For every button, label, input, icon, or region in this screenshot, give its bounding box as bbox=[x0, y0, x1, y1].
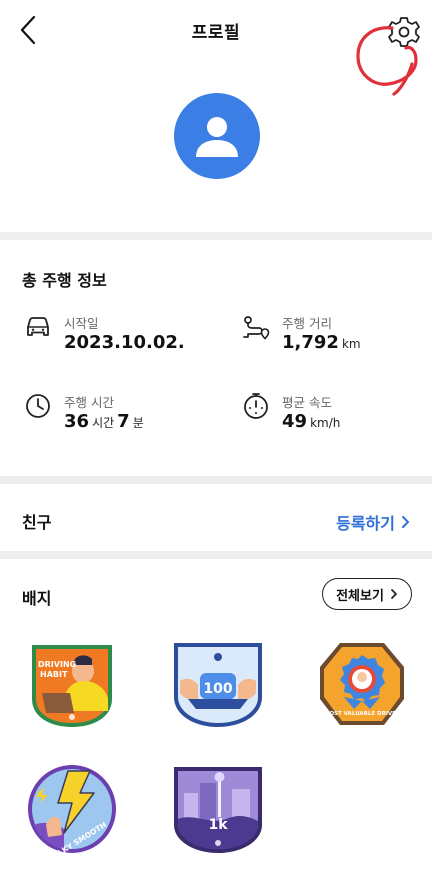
stat-distance: 주행 거리 1,792 km bbox=[242, 313, 432, 363]
driving-minutes-value: 7 bbox=[117, 411, 130, 432]
driving-hours-unit: 시간 bbox=[92, 416, 115, 430]
100-badge-text: 100 bbox=[203, 681, 232, 697]
start-date-value: 2023.10.02. bbox=[64, 332, 185, 353]
100-badge[interactable]: 100 bbox=[170, 637, 266, 729]
average-speed-unit: km/h bbox=[310, 416, 341, 430]
start-date-label: 시작일 bbox=[64, 316, 99, 331]
stat-driving-time: 주행 시간 36 시간 7 분 bbox=[24, 392, 224, 442]
driving-time-label: 주행 시간 bbox=[64, 395, 114, 410]
friends-title: 친구 bbox=[22, 513, 52, 532]
gear-icon bbox=[388, 17, 420, 47]
avatar[interactable] bbox=[174, 93, 260, 179]
average-speed-value: 49 bbox=[282, 411, 308, 432]
car-icon bbox=[27, 317, 49, 336]
route-icon bbox=[243, 316, 270, 340]
1k-badge-text: 1k bbox=[208, 817, 228, 833]
header: 프로필 bbox=[0, 0, 432, 96]
distance-label: 주행 거리 bbox=[282, 316, 332, 331]
view-all-button[interactable]: 전체보기 bbox=[322, 578, 412, 610]
driving-info-title: 총 주행 정보 bbox=[22, 271, 107, 290]
badges-title: 배지 bbox=[22, 589, 52, 608]
divider bbox=[0, 476, 432, 484]
1k-badge[interactable]: 1k bbox=[170, 763, 266, 855]
view-all-label: 전체보기 bbox=[336, 588, 384, 604]
register-friend-link[interactable]: 등록하기 bbox=[336, 510, 410, 534]
average-speed-label: 평균 속도 bbox=[282, 395, 332, 410]
chevron-right-icon bbox=[391, 589, 397, 599]
distance-unit: km bbox=[341, 337, 361, 351]
divider bbox=[0, 551, 432, 559]
driving-hours-value: 36 bbox=[64, 411, 90, 432]
most-valuable-driver-badge-text: MOST VALUABLE DRIVER bbox=[324, 711, 401, 717]
driving-minutes-unit: 분 bbox=[132, 416, 144, 430]
settings-button[interactable] bbox=[384, 12, 424, 52]
speedometer-icon bbox=[244, 393, 268, 419]
silky-smooth-badge[interactable]: SILKY SMOOTH bbox=[24, 763, 120, 855]
register-friend-label: 등록하기 bbox=[336, 514, 395, 533]
distance-value-line: 1,792 km bbox=[282, 332, 364, 353]
distance-value: 1,792 bbox=[282, 332, 339, 353]
stat-average-speed: 평균 속도 49 km/h bbox=[242, 392, 432, 442]
stat-start-date: 시작일 2023.10.02. bbox=[24, 313, 224, 363]
driving-habit-badge[interactable]: DRIVING HABIT bbox=[24, 637, 120, 729]
clock-icon bbox=[26, 394, 50, 418]
average-speed-value-line: 49 km/h bbox=[282, 411, 343, 432]
driving-time-value-line: 36 시간 7 분 bbox=[64, 411, 147, 432]
person-icon bbox=[196, 117, 238, 157]
driving-habit-badge-text: DRIVING bbox=[38, 660, 76, 669]
page-title: 프로필 bbox=[191, 23, 241, 43]
driving-habit-badge-text-2: HABIT bbox=[40, 670, 68, 679]
most-valuable-driver-badge[interactable]: MOST VALUABLE DRIVER bbox=[314, 637, 410, 729]
divider bbox=[0, 232, 432, 240]
chevron-right-icon bbox=[402, 516, 409, 528]
